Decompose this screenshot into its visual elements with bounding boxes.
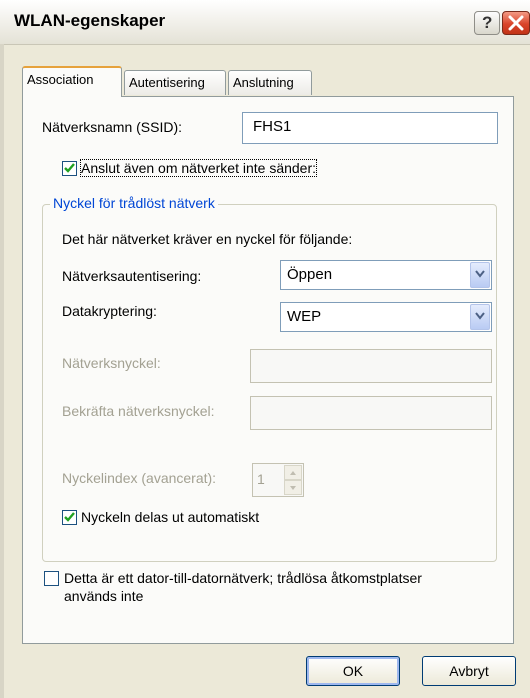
network-key-input[interactable] xyxy=(250,349,492,383)
ok-button[interactable]: OK xyxy=(306,656,400,686)
close-icon xyxy=(508,15,524,31)
auth-dropdown-button[interactable] xyxy=(470,262,490,288)
tab-label: Anslutning xyxy=(233,75,294,90)
tab-association[interactable]: Association xyxy=(22,66,122,97)
chevron-up-icon xyxy=(290,471,296,475)
tab-autentisering[interactable]: Autentisering xyxy=(124,70,226,95)
broadcast-checkbox-label[interactable]: Anslut även om nätverket inte sänder: xyxy=(79,159,318,177)
tab-label: Autentisering xyxy=(129,75,205,90)
confirm-key-input[interactable] xyxy=(250,396,492,430)
encryption-label: Datakryptering: xyxy=(62,303,157,319)
confirm-key-label: Bekräfta nätverksnyckel: xyxy=(62,403,215,419)
dialog-window: WLAN-egenskaper ? Association Autentiser… xyxy=(0,0,530,698)
title-bar[interactable]: WLAN-egenskaper ? xyxy=(0,0,530,45)
group-legend: Nyckel för trådlöst nätverk xyxy=(50,195,218,211)
key-description: Det här nätverket kräver en nyckel för f… xyxy=(62,231,353,247)
window-frame xyxy=(0,44,4,698)
tab-label: Association xyxy=(27,72,94,87)
adhoc-label-line1[interactable]: Detta är ett dator-till-datornätverk; tr… xyxy=(64,570,422,586)
key-index-spinner[interactable]: 1 xyxy=(252,463,304,497)
network-key-label: Nätverksnyckel: xyxy=(62,355,161,371)
auth-label: Nätverksautentisering: xyxy=(62,268,202,284)
checkmark-icon xyxy=(64,163,75,173)
auth-select[interactable]: Öppen xyxy=(280,260,492,290)
broadcast-checkbox[interactable] xyxy=(62,161,77,176)
tab-anslutning[interactable]: Anslutning xyxy=(228,70,312,95)
help-button[interactable]: ? xyxy=(474,11,500,35)
ssid-input[interactable]: FHS1 xyxy=(242,112,498,144)
ssid-label: Nätverksnamn (SSID): xyxy=(42,119,183,135)
auto-key-checkbox[interactable] xyxy=(62,510,77,525)
chevron-down-icon xyxy=(475,270,485,278)
window-title: WLAN-egenskaper xyxy=(14,11,166,30)
spinner-down-button[interactable] xyxy=(284,480,302,495)
spinner-up-button[interactable] xyxy=(284,465,302,480)
encryption-select[interactable]: WEP xyxy=(280,302,492,332)
key-index-value: 1 xyxy=(257,471,265,487)
encryption-dropdown-button[interactable] xyxy=(470,304,490,330)
cancel-button[interactable]: Avbryt xyxy=(422,656,516,686)
auto-key-label[interactable]: Nyckeln delas ut automatiskt xyxy=(81,509,259,525)
checkmark-icon xyxy=(64,512,75,522)
close-button[interactable] xyxy=(502,11,530,35)
auth-select-value: Öppen xyxy=(287,266,333,283)
help-icon: ? xyxy=(482,13,493,32)
adhoc-checkbox[interactable] xyxy=(44,571,59,586)
key-index-label: Nyckelindex (avancerat): xyxy=(62,470,217,486)
adhoc-label-line2[interactable]: används inte xyxy=(64,588,143,604)
encryption-select-value: WEP xyxy=(287,308,322,325)
chevron-down-icon xyxy=(475,312,485,320)
chevron-down-icon xyxy=(290,486,296,490)
